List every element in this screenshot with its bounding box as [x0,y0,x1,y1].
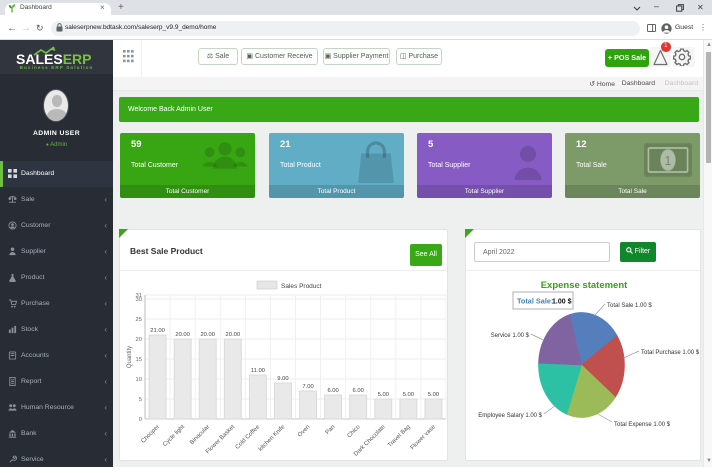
svg-text:6.00: 6.00 [353,388,364,394]
svg-text:Expense statement: Expense statement [541,280,628,291]
svg-text:Total Sale:: Total Sale: [517,297,553,306]
svg-text:Service 1.00 $: Service 1.00 $ [491,333,530,339]
svg-text:0: 0 [139,417,142,423]
svg-text:1.00 $: 1.00 $ [552,299,572,306]
svg-text:11.00: 11.00 [251,368,265,374]
svg-text:Total Sale 1.00 $: Total Sale 1.00 $ [607,303,652,309]
svg-text:20.00: 20.00 [200,332,215,338]
svg-text:5.00: 5.00 [403,392,414,398]
svg-text:Sales Product: Sales Product [281,283,322,290]
svg-text:Chooper: Chooper [140,424,161,445]
svg-text:20.00: 20.00 [226,332,241,338]
svg-text:25: 25 [136,317,142,323]
svg-text:7.00: 7.00 [302,384,313,390]
svg-text:20.00: 20.00 [175,332,190,338]
svg-text:9.00: 9.00 [277,376,288,382]
svg-text:1: 1 [665,153,672,168]
svg-text:15: 15 [136,357,142,363]
svg-text:Total Purchase 1.00 $: Total Purchase 1.00 $ [641,350,700,356]
svg-text:5.00: 5.00 [428,392,439,398]
svg-text:5: 5 [139,397,142,403]
svg-text:6.00: 6.00 [327,388,338,394]
svg-text:Total Expense 1.00 $: Total Expense 1.00 $ [614,422,671,428]
svg-text:31: 31 [136,293,142,299]
svg-text:Travel Bag: Travel Bag [387,424,412,449]
svg-text:kitchen Knife: kitchen Knife [258,424,287,453]
svg-text:Quantity: Quantity [127,346,133,368]
svg-text:Cycle light: Cycle light [162,424,186,448]
svg-text:5.00: 5.00 [378,392,389,398]
svg-text:10: 10 [136,377,142,383]
svg-text:20: 20 [136,337,142,343]
svg-text:Oven: Oven [297,424,311,438]
svg-text:Binacular: Binacular [189,424,211,446]
svg-text:Cold Coffee: Cold Coffee [235,424,262,451]
svg-text:Flower vase: Flower vase [410,424,438,452]
svg-text:Pan: Pan [325,424,337,436]
svg-text:Employee Salary 1.00 $: Employee Salary 1.00 $ [478,413,542,419]
svg-text:21.00: 21.00 [150,328,165,334]
svg-text:Chico: Chico [347,424,363,440]
